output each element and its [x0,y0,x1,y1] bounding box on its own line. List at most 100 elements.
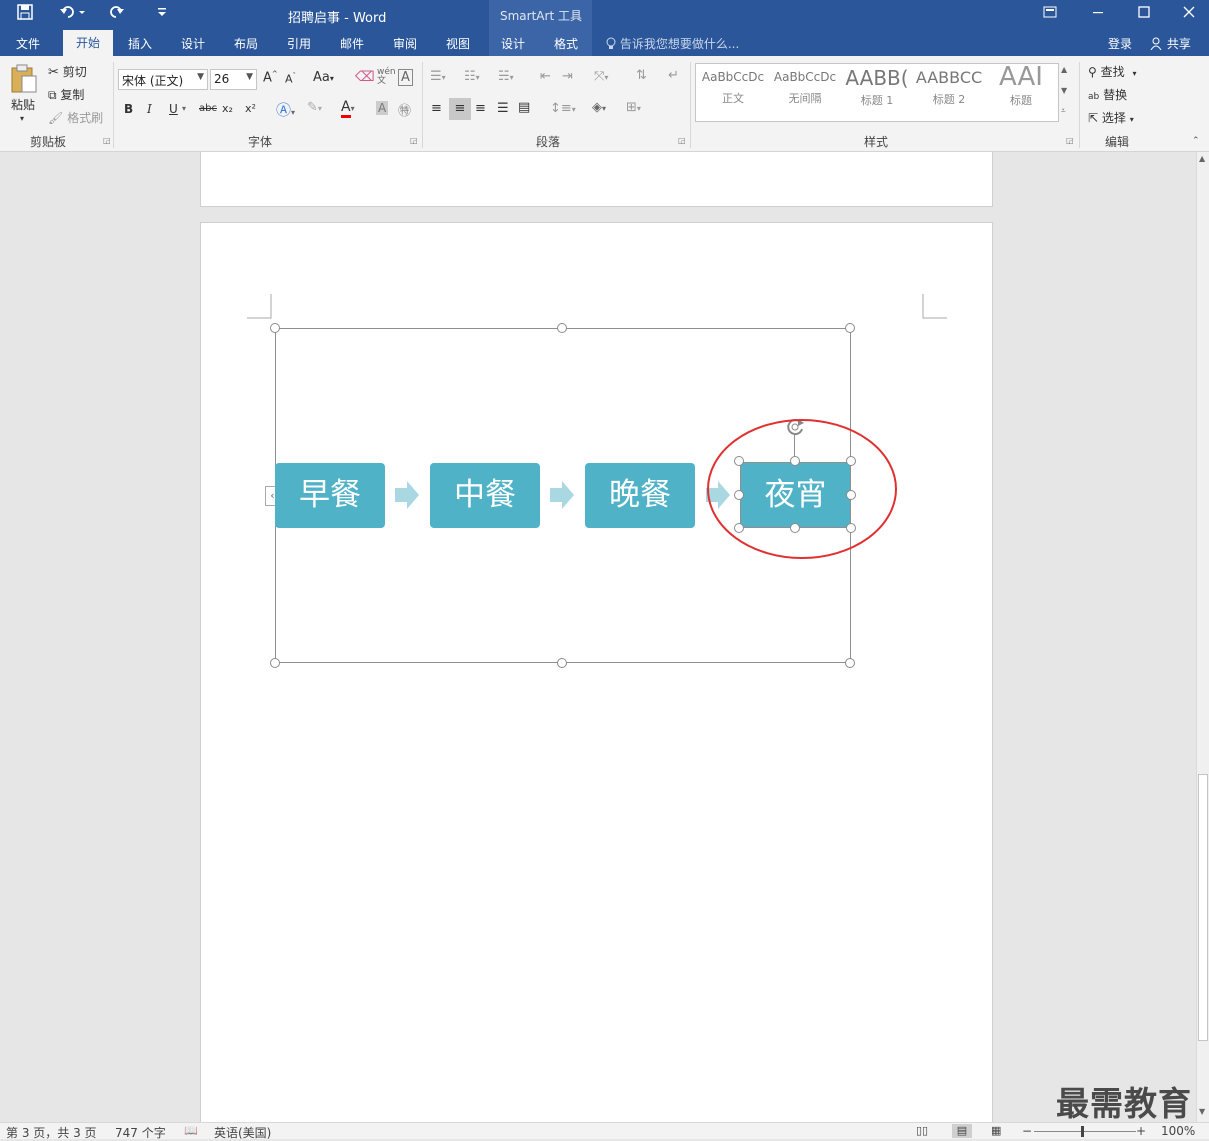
chevron-down-icon[interactable]: ▾ [182,104,186,113]
enclose-characters-icon[interactable]: ㊕ [398,100,411,119]
align-right-icon[interactable]: ≡ [475,101,486,116]
style-heading-1[interactable]: AABB( 标题 1 [842,64,912,116]
borders-icon[interactable]: ⊞▾ [626,100,641,115]
smartart-node[interactable]: 早餐 [275,463,385,528]
superscript-button[interactable]: x² [245,102,256,115]
decrease-indent-icon[interactable]: ⇤ [540,69,551,84]
distributed-icon[interactable]: ▤ [518,100,530,115]
ribbon-display-icon[interactable] [1035,3,1065,25]
numbering-icon[interactable]: ☷▾ [464,69,480,84]
subscript-button[interactable]: x₂ [222,102,233,115]
language[interactable]: 英语(美国) [214,1124,271,1141]
tell-me-box[interactable]: 告诉我您想要做什么... [606,35,739,52]
tab-view[interactable]: 视图 [446,35,470,52]
resize-handle[interactable] [270,658,280,668]
maximize-icon[interactable] [1129,3,1159,25]
zoom-slider[interactable] [1034,1131,1136,1132]
page-count[interactable]: 第 3 页，共 3 页 [6,1124,97,1141]
scroll-down-icon[interactable]: ▼ [1199,1107,1205,1116]
smartart-node[interactable]: 晚餐 [585,463,695,528]
gallery-more-icon[interactable]: ⩡ [1061,106,1066,116]
change-case-button[interactable]: Aa▾ [313,70,334,85]
tab-layout[interactable]: 布局 [234,35,258,52]
tab-home[interactable]: 开始 [63,30,113,57]
gallery-up-icon[interactable]: ▲ [1061,65,1067,74]
tab-smartart-format[interactable]: 格式 [554,35,578,52]
tab-file[interactable]: 文件 [16,35,40,52]
resize-handle[interactable] [270,323,280,333]
show-marks-icon[interactable]: ↵ [668,68,679,83]
close-icon[interactable] [1174,3,1204,25]
dialog-launcher-icon[interactable]: ◲ [103,136,111,145]
zoom-out-icon[interactable]: − [1022,1124,1032,1138]
minimize-icon[interactable] [1083,3,1113,25]
phonetic-guide-icon[interactable]: wén 文 [377,68,396,86]
bold-button[interactable]: B [124,102,133,116]
text-effects-icon[interactable]: Ⓐ▾ [276,99,295,120]
style-title[interactable]: AAI 标题 [986,62,1056,116]
tab-smartart-design[interactable]: 设计 [501,35,525,52]
dialog-launcher-icon[interactable]: ◲ [410,136,418,145]
select-button[interactable]: ⇱ 选择 ▾ [1088,109,1134,126]
replace-button[interactable]: ab 替换 [1088,86,1127,103]
increase-indent-icon[interactable]: ⇥ [562,69,573,84]
sort-icon[interactable]: ⇅ [636,68,647,83]
asian-layout-icon[interactable]: ⤧▾ [594,69,608,84]
tab-mailings[interactable]: 邮件 [340,35,364,52]
tab-review[interactable]: 审阅 [393,35,417,52]
align-center-icon[interactable]: ≡ [449,98,471,120]
redo-icon[interactable] [107,4,125,24]
proofing-icon[interactable]: 📖 [184,1124,198,1137]
clear-formatting-icon[interactable]: ⌫ [355,69,375,85]
highlight-icon[interactable]: ✎▾ [307,100,322,115]
justify-icon[interactable]: ☰ [497,101,509,116]
resize-handle[interactable] [557,658,567,668]
shading-icon[interactable]: ◈▾ [592,100,606,115]
find-button[interactable]: ⚲ 查找 ▾ [1088,63,1136,80]
align-left-icon[interactable]: ≡ [431,101,442,116]
undo-icon[interactable] [60,4,86,24]
dialog-launcher-icon[interactable]: ◲ [1066,136,1074,145]
multilevel-list-icon[interactable]: ☵▾ [498,69,514,84]
resize-handle[interactable] [845,323,855,333]
font-name-combo[interactable]: 宋体 (正文) ▼ [118,69,208,90]
grow-font-icon[interactable]: A^ [263,70,278,85]
character-shading-icon[interactable]: A [376,101,389,115]
style-heading-2[interactable]: AABBCC 标题 2 [914,64,984,116]
font-color-icon[interactable]: A▾ [341,99,355,118]
customize-icon[interactable] [157,6,167,21]
zoom-level[interactable]: 100% [1161,1124,1195,1138]
italic-button[interactable]: I [147,102,152,116]
line-spacing-icon[interactable]: ↕≡▾ [550,101,576,116]
smartart-node[interactable]: 中餐 [430,463,540,528]
style-no-spacing[interactable]: AaBbCcDc 无间隔 [770,64,840,116]
style-normal[interactable]: AaBbCcDc 正文 [698,64,768,116]
strikethrough-button[interactable]: abc [199,103,217,114]
font-size-combo[interactable]: 26 ▼ [210,69,257,90]
share-button[interactable]: 共享 [1150,35,1191,52]
collapse-ribbon-icon[interactable]: ⌃ [1192,136,1200,146]
web-layout-icon[interactable]: ▦ [991,1124,1001,1137]
scrollbar-thumb[interactable] [1198,774,1208,1041]
read-mode-icon[interactable]: ▯▯ [916,1124,928,1137]
bullets-icon[interactable]: ☰▾ [430,69,446,84]
shrink-font-icon[interactable]: Aˇ [285,72,296,86]
underline-button[interactable]: U [169,102,178,116]
save-icon[interactable] [17,4,33,24]
print-layout-icon[interactable]: ▤ [952,1124,972,1138]
tab-design[interactable]: 设计 [181,35,205,52]
scroll-up-icon[interactable]: ▲ [1199,154,1205,163]
word-count[interactable]: 747 个字 [115,1124,166,1141]
cut-button[interactable]: ✂ 剪切 [48,63,87,80]
zoom-slider-thumb[interactable] [1081,1126,1084,1137]
copy-button[interactable]: ⧉ 复制 [48,86,84,103]
resize-handle[interactable] [845,658,855,668]
character-border-icon[interactable]: A [398,69,413,86]
gallery-down-icon[interactable]: ▼ [1061,86,1067,95]
tab-insert[interactable]: 插入 [128,35,152,52]
signin-link[interactable]: 登录 [1108,35,1132,52]
resize-handle[interactable] [557,323,567,333]
format-painter-button[interactable]: 🖌 格式刷 [48,109,103,126]
paste-button[interactable]: 粘贴 ▾ [10,64,38,123]
tab-references[interactable]: 引用 [287,35,311,52]
